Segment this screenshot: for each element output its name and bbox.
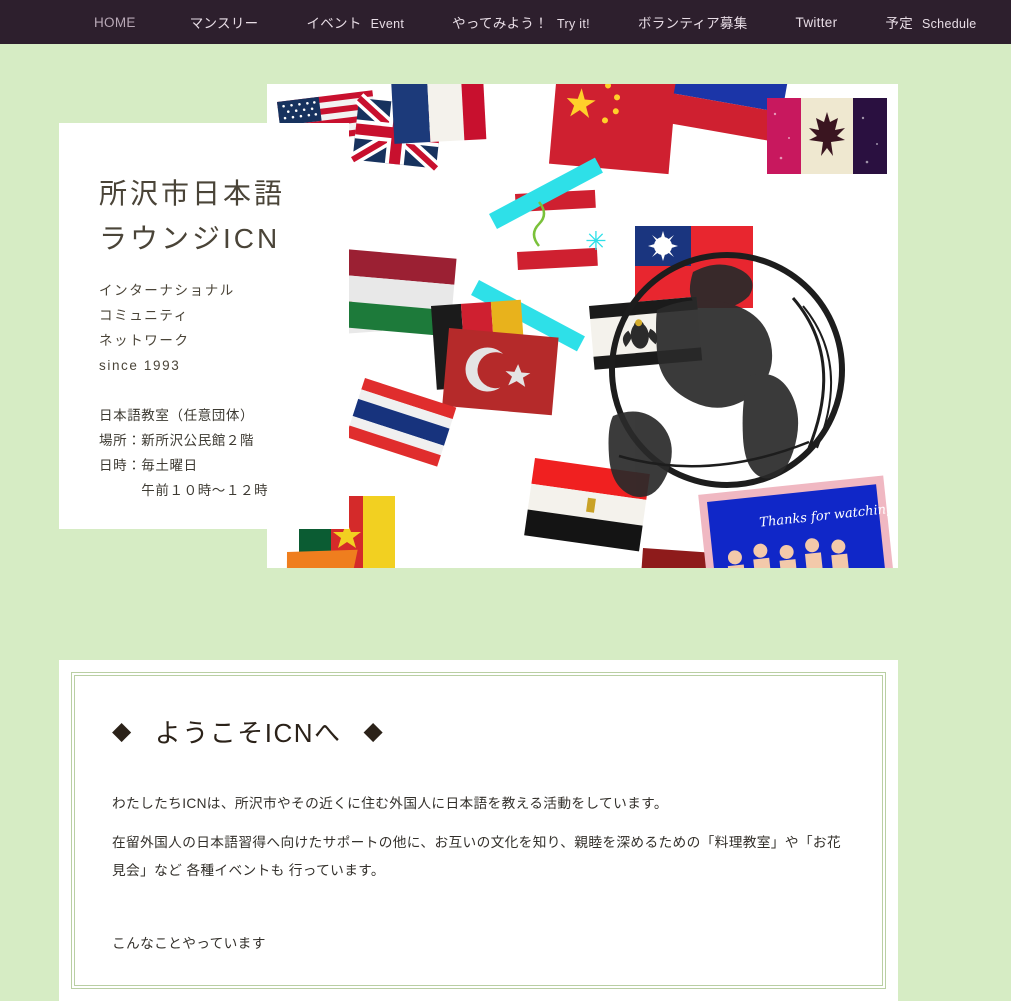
nav-item-schedule-label-en: Schedule	[922, 17, 977, 31]
diamond-left-icon: ◆	[112, 717, 133, 745]
nav-item-event-label: イベント	[306, 16, 362, 31]
page-title: 所沢市日本語 ラウンジICN	[99, 178, 286, 255]
nav-item-event[interactable]: イベント Event	[306, 12, 404, 32]
nav-item-monthly[interactable]: マンスリー	[190, 12, 259, 32]
nav-item-tryit-label: やってみよう！	[452, 16, 549, 31]
diamond-right-icon: ◆	[363, 717, 385, 745]
nav-item-home-label: HOME	[94, 14, 136, 30]
nav-item-volunteer[interactable]: ボランティア募集	[638, 12, 748, 32]
nav-item-event-label-en: Event	[370, 17, 405, 31]
nav-item-monthly-label: マンスリー	[189, 16, 259, 31]
welcome-heading-text: ようこそICNへ	[154, 718, 342, 748]
nav-item-tryit[interactable]: やってみよう！ Try it!	[452, 12, 590, 32]
class-info: 日本語教室（任意団体） 場所：新所沢公民館２階 日時：毎土曜日 午前１０時〜１２…	[99, 408, 269, 499]
welcome-paragraph-1: わたしたちICNは、所沢市やその近くに住む外国人に日本語を教える活動をしています…	[112, 796, 668, 811]
welcome-paragraph-2: 在留外国人の日本語習得へ向けたサポートの他に、お互いの文化を知り、親睦を深めるた…	[112, 835, 841, 878]
main-navigation: HOME マンスリー イベント Event やってみよう！ Try it! ボラ…	[0, 0, 1011, 44]
organization-subtitle: インターナショナル コミュニティ ネットワーク since 1993	[99, 282, 235, 374]
svg-text:✳: ✳	[585, 227, 607, 257]
welcome-card: ◆ ようこそICNへ ◆ わたしたちICNは、所沢市やその近くに住む外国人に日本…	[59, 660, 898, 1001]
nav-item-schedule[interactable]: 予定 Schedule	[885, 12, 976, 32]
nav-item-schedule-label: 予定	[885, 16, 913, 31]
welcome-heading: ◆ ようこそICNへ ◆	[112, 713, 845, 750]
intro-card: 所沢市日本語 ラウンジICN インターナショナル コミュニティ ネットワーク s…	[59, 123, 349, 529]
welcome-card-inner: ◆ ようこそICNへ ◆ わたしたちICNは、所沢市やその近くに住む外国人に日本…	[71, 672, 886, 989]
nav-item-twitter[interactable]: Twitter	[796, 15, 838, 30]
hero-flag-collage-image: ✳ Thanks for watching!	[267, 84, 898, 568]
welcome-paragraph-3: こんなことやっています	[112, 936, 266, 952]
hero-section: ✳ Thanks for watching! 所沢市日本語 ラウンジICN イン…	[0, 44, 1011, 1001]
nav-item-volunteer-label: ボランティア募集	[637, 16, 748, 31]
nav-item-home[interactable]: HOME	[94, 15, 136, 30]
nav-item-twitter-label: Twitter	[795, 14, 838, 30]
nav-item-tryit-label-en: Try it!	[557, 17, 590, 31]
